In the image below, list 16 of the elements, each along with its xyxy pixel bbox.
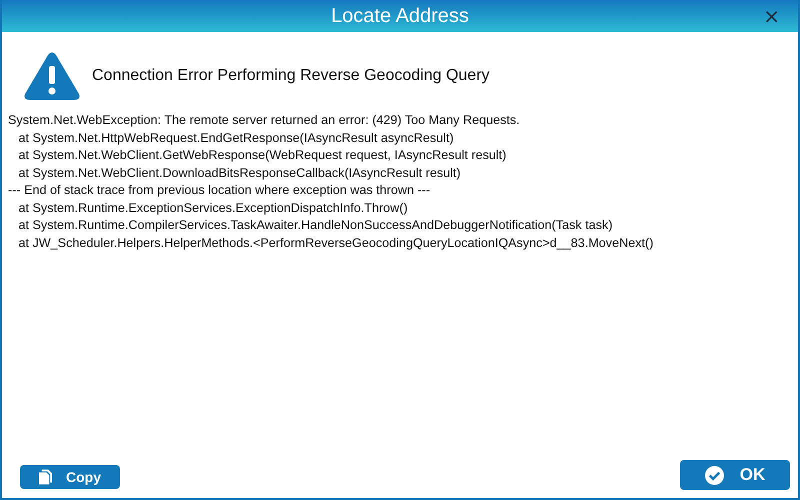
stack-trace-line: --- End of stack trace from previous location where exception was thrown --- bbox=[8, 182, 432, 199]
stack-trace-line: at System.Net.WebClient.GetWebResponse(WebRequest request, IAsyncResult result) bbox=[17, 147, 508, 164]
stack-trace-line: at JW_Scheduler.Helpers.HelperMethods.<PerformReverseGeocodingQueryLocationIQAsync>d__83.MoveNext() bbox=[17, 234, 654, 252]
window-title: Locate Address bbox=[331, 4, 469, 28]
stack-trace-line: System.Net.WebException: The remote server returned an error: (429) Too Many Requests. bbox=[8, 112, 521, 129]
close-button[interactable]: × bbox=[759, 5, 784, 27]
warning-icon bbox=[24, 52, 80, 100]
stack-trace-line: at System.Net.HttpWebRequest.EndGetResponse(IAsyncResult asyncResult) bbox=[17, 130, 455, 147]
check-icon bbox=[704, 466, 724, 484]
error-heading: Connection Error Performing Reverse Geocoding Query bbox=[92, 67, 490, 85]
stack-trace-line: at System.Runtime.CompilerServices.TaskAwaiter.HandleNonSuccessAndDebuggerNotification(Task task) bbox=[17, 217, 614, 234]
document-icon bbox=[39, 469, 52, 485]
stack-trace-line: at System.Net.WebClient.DownloadBitsResponseCallback(IAsyncResult result) bbox=[17, 164, 462, 182]
stack-trace-line: at System.Runtime.ExceptionServices.ExceptionDispatchInfo.Throw() bbox=[17, 200, 409, 217]
ok-button[interactable]: OK bbox=[680, 460, 790, 490]
copy-button[interactable]: Copy bbox=[20, 465, 120, 489]
